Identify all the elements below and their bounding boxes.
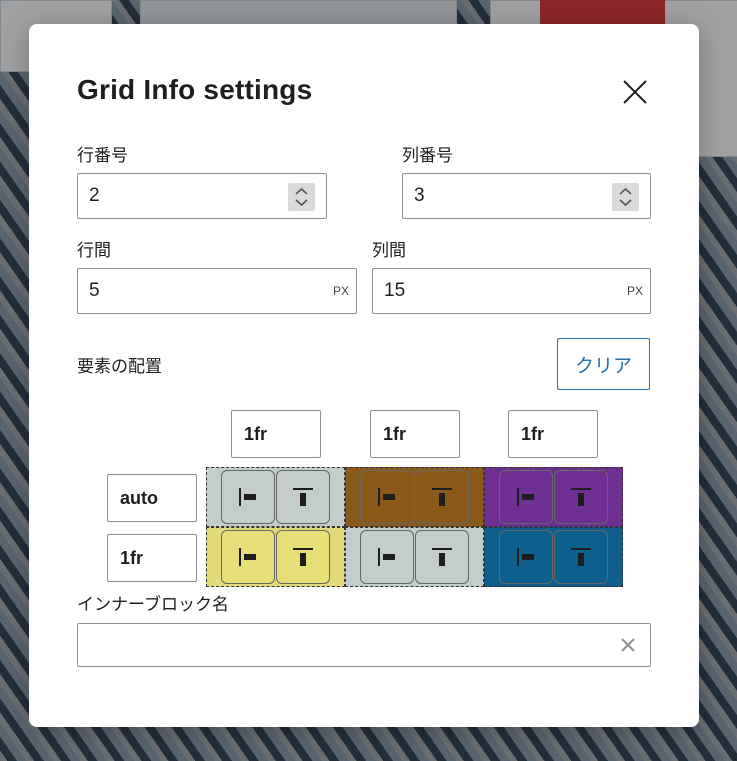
modal-title: Grid Info settings	[77, 74, 313, 105]
grid-cell[interactable]	[206, 467, 345, 527]
row-template-input[interactable]: 1fr	[107, 534, 197, 582]
align-top-button[interactable]	[276, 530, 330, 584]
grid-info-settings-modal: Grid Info settings 行番号 列番号 行間 PX	[29, 24, 699, 727]
grid-cell[interactable]	[345, 527, 484, 587]
align-top-icon	[427, 482, 457, 512]
inner-block-name-input[interactable]	[78, 624, 650, 666]
row-gap-label: 行間	[77, 241, 111, 260]
row-gap-input[interactable]	[78, 269, 356, 313]
clear-icon[interactable]	[618, 635, 638, 655]
justify-left-icon	[511, 482, 541, 512]
column-count-label: 列番号	[402, 146, 453, 165]
justify-left-icon	[372, 482, 402, 512]
row-gap-unit: PX	[332, 284, 349, 298]
justify-left-button[interactable]	[360, 470, 414, 524]
column-template-input[interactable]: 1fr	[231, 410, 321, 458]
column-gap-input[interactable]	[373, 269, 650, 313]
close-button[interactable]	[615, 72, 655, 112]
grid-cell[interactable]	[345, 467, 484, 527]
justify-left-icon	[233, 542, 263, 572]
grid-cell[interactable]	[484, 467, 623, 527]
row-gap-field: PX	[77, 268, 357, 314]
column-template-input[interactable]: 1fr	[370, 410, 460, 458]
grid-cell[interactable]	[206, 527, 345, 587]
align-top-icon	[288, 482, 318, 512]
close-icon	[623, 80, 647, 104]
column-gap-unit: PX	[626, 284, 643, 298]
grid-cell[interactable]	[484, 527, 623, 587]
justify-left-button[interactable]	[360, 530, 414, 584]
column-template-input[interactable]: 1fr	[508, 410, 598, 458]
justify-left-button[interactable]	[221, 470, 275, 524]
justify-left-icon	[511, 542, 541, 572]
chevron-up-down-icon	[295, 187, 308, 207]
justify-left-button[interactable]	[221, 530, 275, 584]
row-count-stepper[interactable]	[288, 183, 315, 211]
placement-label: 要素の配置	[77, 357, 162, 376]
justify-left-button[interactable]	[499, 470, 553, 524]
align-top-button[interactable]	[554, 530, 608, 584]
align-top-button[interactable]	[415, 530, 469, 584]
align-top-icon	[566, 482, 596, 512]
row-template-input[interactable]: auto	[107, 474, 197, 522]
inner-block-name-field	[77, 623, 651, 667]
row-count-field	[77, 173, 327, 219]
justify-left-button[interactable]	[499, 530, 553, 584]
clear-button[interactable]: クリア	[557, 338, 650, 390]
align-top-button[interactable]	[415, 470, 469, 524]
align-top-icon	[566, 542, 596, 572]
chevron-up-down-icon	[619, 187, 632, 207]
column-count-stepper[interactable]	[612, 183, 639, 211]
align-top-button[interactable]	[276, 470, 330, 524]
justify-left-icon	[233, 482, 263, 512]
align-top-icon	[427, 542, 457, 572]
column-count-field	[402, 173, 651, 219]
justify-left-icon	[372, 542, 402, 572]
inner-block-name-label: インナーブロック名	[77, 595, 229, 614]
align-top-button[interactable]	[554, 470, 608, 524]
column-gap-field: PX	[372, 268, 651, 314]
row-count-label: 行番号	[77, 146, 128, 165]
column-gap-label: 列間	[372, 241, 406, 260]
align-top-icon	[288, 542, 318, 572]
